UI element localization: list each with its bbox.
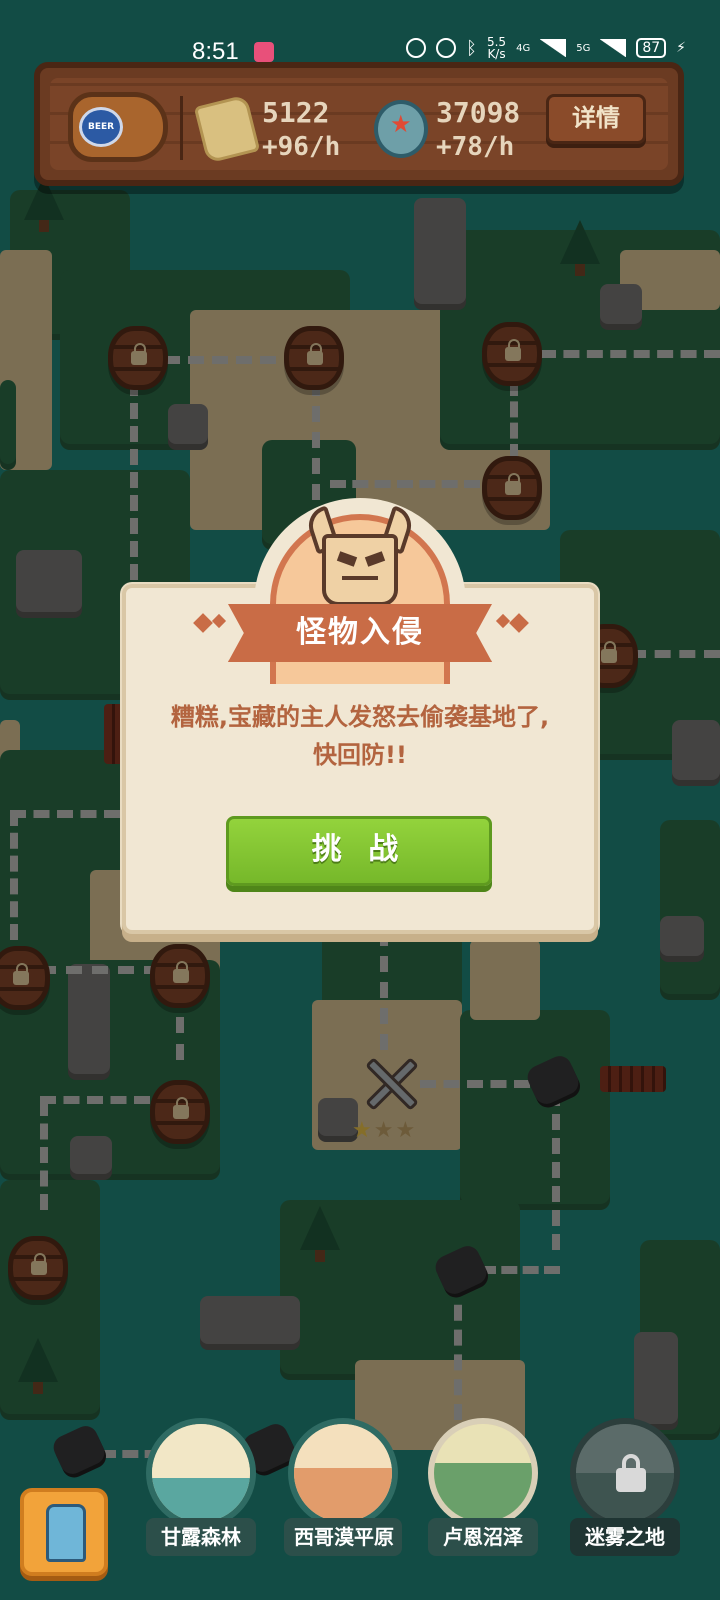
resource-bar: BEER 5122 +96/h 37098 +78/h 详情 bbox=[34, 62, 684, 186]
signal-icon bbox=[600, 39, 627, 57]
status-icons: ᛒ 5.5 K/s 4G 5G 87 ⚡ bbox=[406, 36, 686, 60]
dialog-message-line-2: 快回防!! bbox=[313, 741, 407, 769]
dialog-title: 怪物入侵 bbox=[296, 615, 424, 650]
region-label[interactable]: 西哥漠平原 bbox=[284, 1518, 402, 1556]
region-button-xige-desert[interactable] bbox=[288, 1418, 398, 1528]
caps-amount: 37098 bbox=[436, 96, 521, 129]
notification-app-icon bbox=[254, 42, 274, 62]
eye-icon bbox=[406, 38, 427, 58]
network-type-2: 5G bbox=[576, 42, 591, 54]
swamp-scene bbox=[434, 1424, 532, 1522]
network-speed-unit: K/s bbox=[487, 47, 506, 61]
beer-keg-icon[interactable]: BEER bbox=[68, 92, 168, 162]
monster-icon bbox=[303, 505, 417, 608]
desert-scene bbox=[294, 1424, 392, 1522]
bluetooth-icon: ᛒ bbox=[466, 37, 477, 59]
monster-body bbox=[322, 534, 398, 606]
dialog-message-line-1: 糟糕,宝藏的主人发怒去偷袭基地了, bbox=[170, 703, 550, 731]
network-type-1: 4G bbox=[516, 42, 531, 54]
hero-avatar-button[interactable] bbox=[20, 1488, 108, 1576]
signal-icon bbox=[540, 39, 567, 57]
region-button-mist-land[interactable] bbox=[570, 1418, 680, 1528]
monster-mouth bbox=[342, 576, 378, 588]
keg-label: BEER bbox=[79, 107, 123, 147]
region-label[interactable]: 迷雾之地 bbox=[570, 1518, 680, 1556]
challenge-button[interactable]: 挑 战 bbox=[226, 816, 492, 886]
region-button-ganlu-forest[interactable] bbox=[146, 1418, 256, 1528]
lock-icon bbox=[616, 1454, 646, 1492]
chips-rate: +96/h bbox=[262, 132, 341, 162]
knight-icon bbox=[46, 1504, 86, 1562]
divider bbox=[180, 96, 183, 160]
network-speed: 5.5 K/s bbox=[487, 36, 506, 60]
region-button-lune-swamp[interactable] bbox=[428, 1418, 538, 1528]
battery-icon: 87 bbox=[636, 38, 667, 58]
alarm-icon bbox=[436, 38, 457, 58]
charging-icon: ⚡ bbox=[676, 40, 686, 56]
details-button[interactable]: 详情 bbox=[546, 94, 646, 144]
region-label[interactable]: 甘露森林 bbox=[146, 1518, 256, 1556]
forest-scene bbox=[152, 1424, 250, 1522]
battery-level: 87 bbox=[642, 40, 661, 56]
region-label[interactable]: 卢恩沼泽 bbox=[428, 1518, 538, 1556]
dialog-message: 糟糕,宝藏的主人发怒去偷袭基地了, 快回防!! bbox=[140, 698, 580, 774]
bottle-cap-icon bbox=[374, 100, 428, 158]
caps-rate: +78/h bbox=[436, 132, 515, 162]
chips-amount: 5122 bbox=[262, 96, 330, 129]
